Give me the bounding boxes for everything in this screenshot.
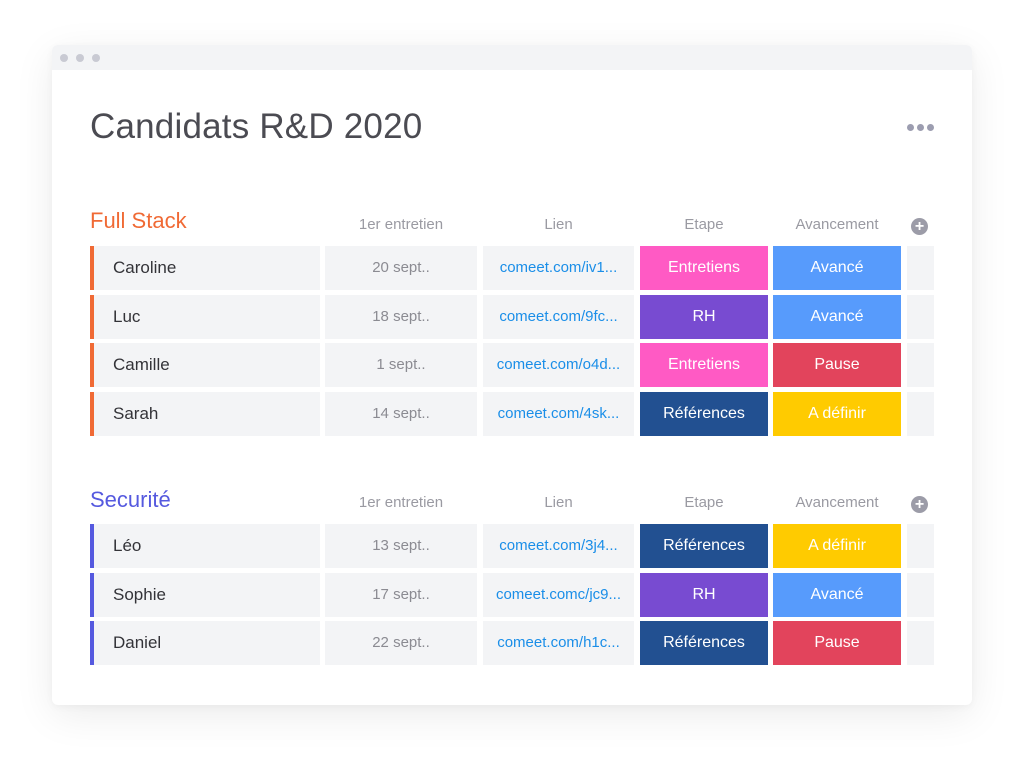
etape-status[interactable]: Références [640, 621, 768, 666]
avancement-status[interactable]: Pause [773, 621, 901, 666]
candidate-name[interactable]: Daniel [90, 621, 320, 666]
interview-date[interactable]: 18 sept.. [325, 294, 477, 339]
more-options-button[interactable] [907, 123, 937, 133]
etape-status[interactable]: Entretiens [640, 343, 768, 388]
interview-date[interactable]: 13 sept.. [325, 524, 477, 568]
interview-date[interactable]: 1 sept.. [325, 343, 477, 388]
etape-status[interactable]: Références [640, 392, 768, 437]
table-row: Caroline 20 sept.. comeet.com/iv1... Entret… [90, 246, 935, 290]
add-column-button[interactable]: + [911, 218, 928, 235]
empty-cell[interactable] [907, 524, 934, 568]
group-0: Full Stack 1er entretien Lien Etape Avanceme… [90, 208, 935, 441]
avancement-status[interactable]: Avancé [773, 246, 901, 290]
col-header-date: 1er entretien [358, 216, 444, 233]
table-row: Sarah 14 sept.. comeet.com/4sk... Référence… [90, 392, 935, 437]
candidate-link[interactable]: comeet.com/3j4... [483, 524, 634, 568]
empty-cell[interactable] [907, 294, 934, 339]
candidate-name[interactable]: Léo [90, 524, 320, 568]
col-header-etape: Etape [684, 216, 724, 233]
candidate-name[interactable]: Caroline [90, 246, 320, 290]
avancement-status[interactable]: Avancé [773, 294, 901, 339]
etape-status[interactable]: Entretiens [640, 246, 768, 290]
group-title[interactable]: Securité [90, 487, 171, 513]
interview-date[interactable]: 20 sept.. [325, 246, 477, 290]
table-row: Sophie 17 sept.. comeet.comc/jc9... RH Avanc… [90, 572, 935, 617]
candidate-name[interactable]: Luc [90, 294, 320, 339]
window-titlebar [52, 45, 972, 70]
candidate-link[interactable]: comeet.com/o4d... [483, 343, 634, 388]
avancement-status[interactable]: A définir [773, 392, 901, 437]
more-horizontal-icon [917, 124, 924, 131]
table-row: Camille 1 sept.. comeet.com/o4d... Entretie… [90, 343, 935, 388]
col-header-date: 1er entretien [358, 494, 444, 511]
avancement-status[interactable]: Pause [773, 343, 901, 388]
candidate-name[interactable]: Sophie [90, 572, 320, 617]
group-title[interactable]: Full Stack [90, 208, 187, 234]
window-dot-icon [92, 54, 100, 62]
candidate-link[interactable]: comeet.com/4sk... [483, 392, 634, 437]
col-header-link: Lien [544, 494, 573, 511]
etape-status[interactable]: RH [640, 294, 768, 339]
candidate-link[interactable]: comeet.com/h1c... [483, 621, 634, 666]
table-row: Luc 18 sept.. comeet.com/9fc... RH Avancé [90, 294, 935, 339]
empty-cell[interactable] [907, 343, 934, 388]
empty-cell[interactable] [907, 392, 934, 437]
window-dot-icon [60, 54, 68, 62]
group-1: Securité 1er entretien Lien Etape Avancement… [90, 486, 935, 670]
candidate-name[interactable]: Camille [90, 343, 320, 388]
table-row: Léo 13 sept.. comeet.com/3j4... Références A… [90, 524, 935, 568]
candidate-link[interactable]: comeet.com/iv1... [483, 246, 634, 290]
avancement-status[interactable]: A définir [773, 524, 901, 568]
candidate-name[interactable]: Sarah [90, 392, 320, 437]
more-horizontal-icon [927, 124, 934, 131]
interview-date[interactable]: 22 sept.. [325, 621, 477, 666]
etape-status[interactable]: RH [640, 572, 768, 617]
col-header-link: Lien [544, 216, 573, 233]
board-window: Candidats R&D 2020 Full Stack 1er entreti… [52, 45, 972, 705]
empty-cell[interactable] [907, 246, 934, 290]
more-horizontal-icon [907, 124, 914, 131]
col-header-etape: Etape [684, 494, 724, 511]
col-header-avancement: Avancement [795, 494, 879, 511]
table-row: Daniel 22 sept.. comeet.com/h1c... Référenc… [90, 621, 935, 666]
add-column-button[interactable]: + [911, 496, 928, 513]
interview-date[interactable]: 14 sept.. [325, 392, 477, 437]
empty-cell[interactable] [907, 621, 934, 666]
candidate-link[interactable]: comeet.comc/jc9... [483, 572, 634, 617]
interview-date[interactable]: 17 sept.. [325, 572, 477, 617]
col-header-avancement: Avancement [795, 216, 879, 233]
window-dot-icon [76, 54, 84, 62]
empty-cell[interactable] [907, 572, 934, 617]
etape-status[interactable]: Références [640, 524, 768, 568]
avancement-status[interactable]: Avancé [773, 572, 901, 617]
candidate-link[interactable]: comeet.com/9fc... [483, 294, 634, 339]
board-title: Candidats R&D 2020 [90, 107, 423, 146]
